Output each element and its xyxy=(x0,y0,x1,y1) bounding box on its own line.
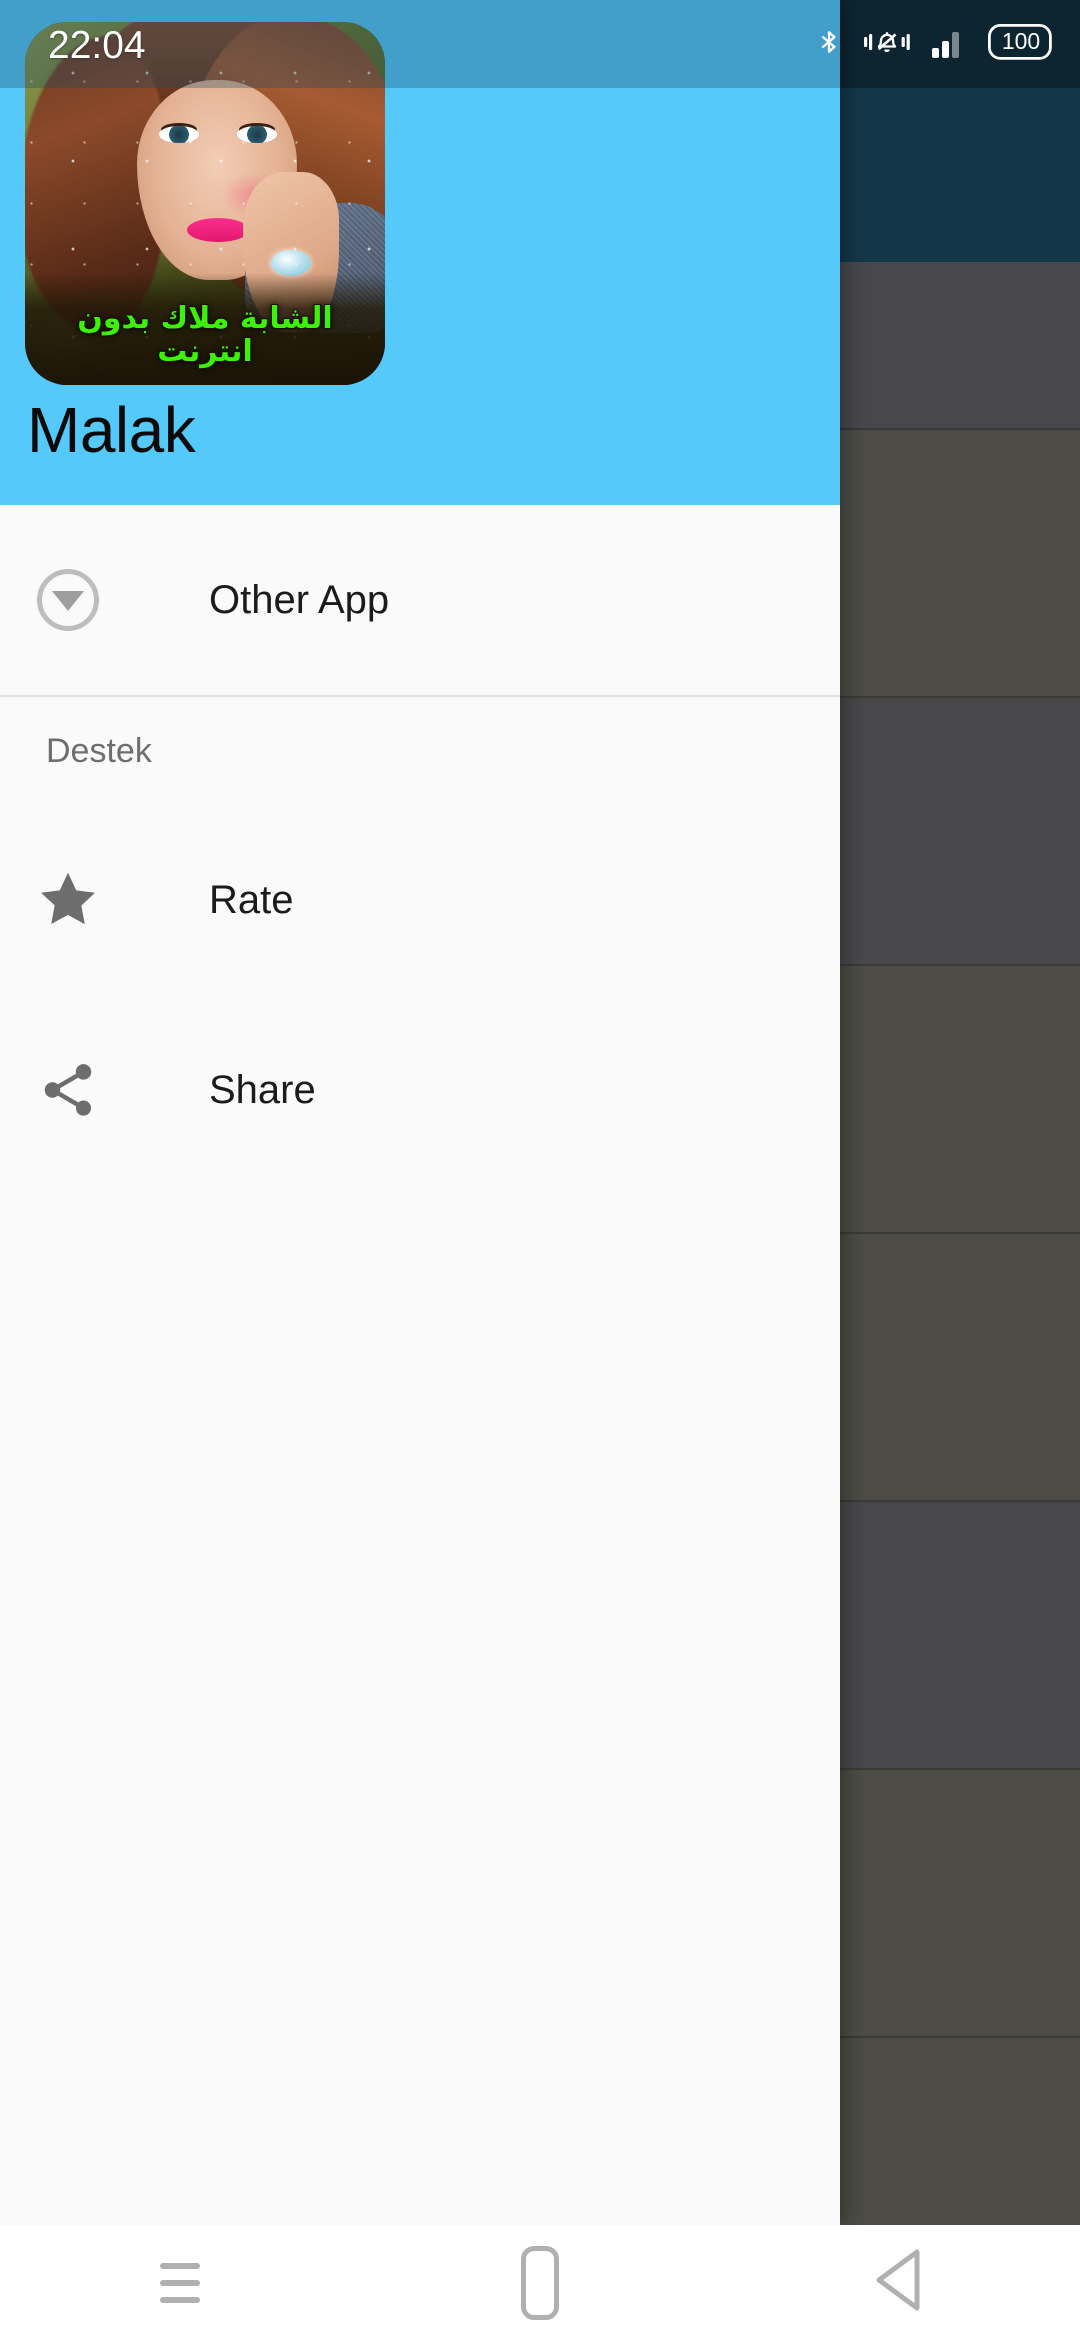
drawer-item-other-app[interactable]: Other App xyxy=(0,505,840,695)
drawer-item-share[interactable]: Share xyxy=(0,995,840,1185)
drawer-section-title-destek: Destek xyxy=(46,731,152,770)
drawer-item-rate[interactable]: Rate xyxy=(0,805,840,995)
drawer-menu: Other App Destek Rate Share xyxy=(0,505,840,2225)
system-navigation-bar xyxy=(0,2225,1080,2340)
nav-back-button[interactable] xyxy=(810,2225,990,2340)
navigation-drawer: الشابة ملاك بدون انترنت Malak Other App … xyxy=(0,0,840,2225)
drawer-item-label: Rate xyxy=(209,877,294,922)
nav-recents-button[interactable] xyxy=(90,2225,270,2340)
app-icon-caption: الشابة ملاك بدون انترنت xyxy=(77,300,333,370)
drawer-item-label: Other App xyxy=(209,577,390,622)
status-bar-clock: 22:04 xyxy=(48,24,146,67)
signal-bars-icon xyxy=(932,26,966,63)
status-bar-icons: 100 xyxy=(816,0,1054,88)
arrow-drop-down-circle-icon xyxy=(0,569,136,631)
share-icon xyxy=(0,1059,136,1121)
back-icon xyxy=(869,2245,931,2320)
star-icon xyxy=(0,868,136,932)
nav-home-button[interactable] xyxy=(450,2225,630,2340)
status-bar: 22:04 100 xyxy=(0,0,1080,88)
recents-icon xyxy=(160,2262,200,2303)
bluetooth-icon xyxy=(816,22,842,67)
drawer-item-label: Share xyxy=(209,1067,316,1112)
battery-icon: 100 xyxy=(987,23,1054,65)
home-icon xyxy=(521,2245,559,2320)
phone-screen: الشابة ملاك بدون انترنت Malak Other App … xyxy=(0,0,1080,2340)
app-title: Malak xyxy=(27,394,196,466)
battery-level-label: 100 xyxy=(1001,28,1041,54)
ringer-vibrate-off-icon xyxy=(864,25,910,64)
